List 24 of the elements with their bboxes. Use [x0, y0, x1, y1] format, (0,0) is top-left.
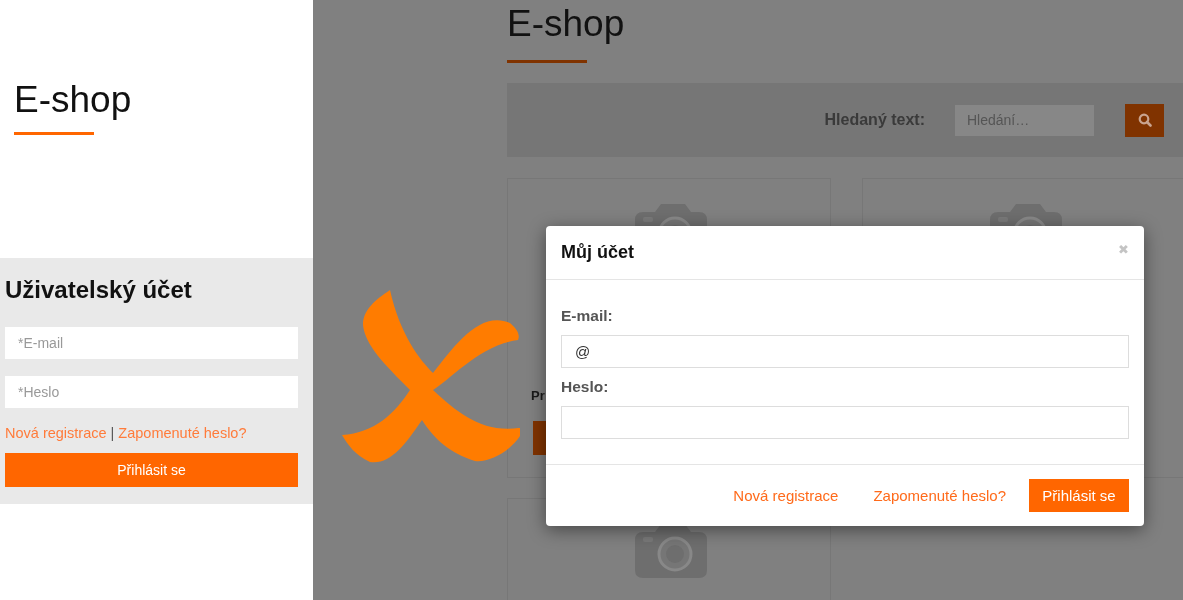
link[interactable]: Nová registrace [733, 487, 839, 505]
camera-icon [635, 524, 707, 578]
cross-icon [342, 290, 520, 463]
link-separator: | [110, 425, 115, 441]
input-field[interactable]: *Heslo [5, 376, 298, 408]
field-label: Heslo: [561, 378, 609, 397]
site-title: E-shop [14, 78, 132, 122]
panel-title: Uživatelský účet [5, 276, 192, 304]
input-field[interactable] [561, 406, 1129, 440]
search-button[interactable] [1125, 103, 1164, 137]
link[interactable]: Zapomenuté heslo? [873, 487, 1006, 505]
field-label: E-mail: [561, 307, 613, 326]
login-button[interactable]: Přihlásit se [1029, 479, 1129, 513]
dialog-title: Můj účet [561, 242, 634, 264]
link[interactable]: Zapomenuté heslo? [118, 425, 247, 441]
login-button[interactable]: Přihlásit se [5, 453, 298, 487]
link[interactable]: Nová registrace [5, 425, 107, 441]
search-icon [1137, 113, 1152, 127]
input-field[interactable]: @ [561, 335, 1129, 369]
input-field[interactable]: *E-mail [5, 327, 298, 359]
close-button[interactable]: ✖ [1118, 242, 1129, 257]
search-label: Hledaný text: [824, 111, 925, 129]
site-title: E-shop [507, 2, 625, 46]
product-price: Pr [531, 388, 545, 403]
